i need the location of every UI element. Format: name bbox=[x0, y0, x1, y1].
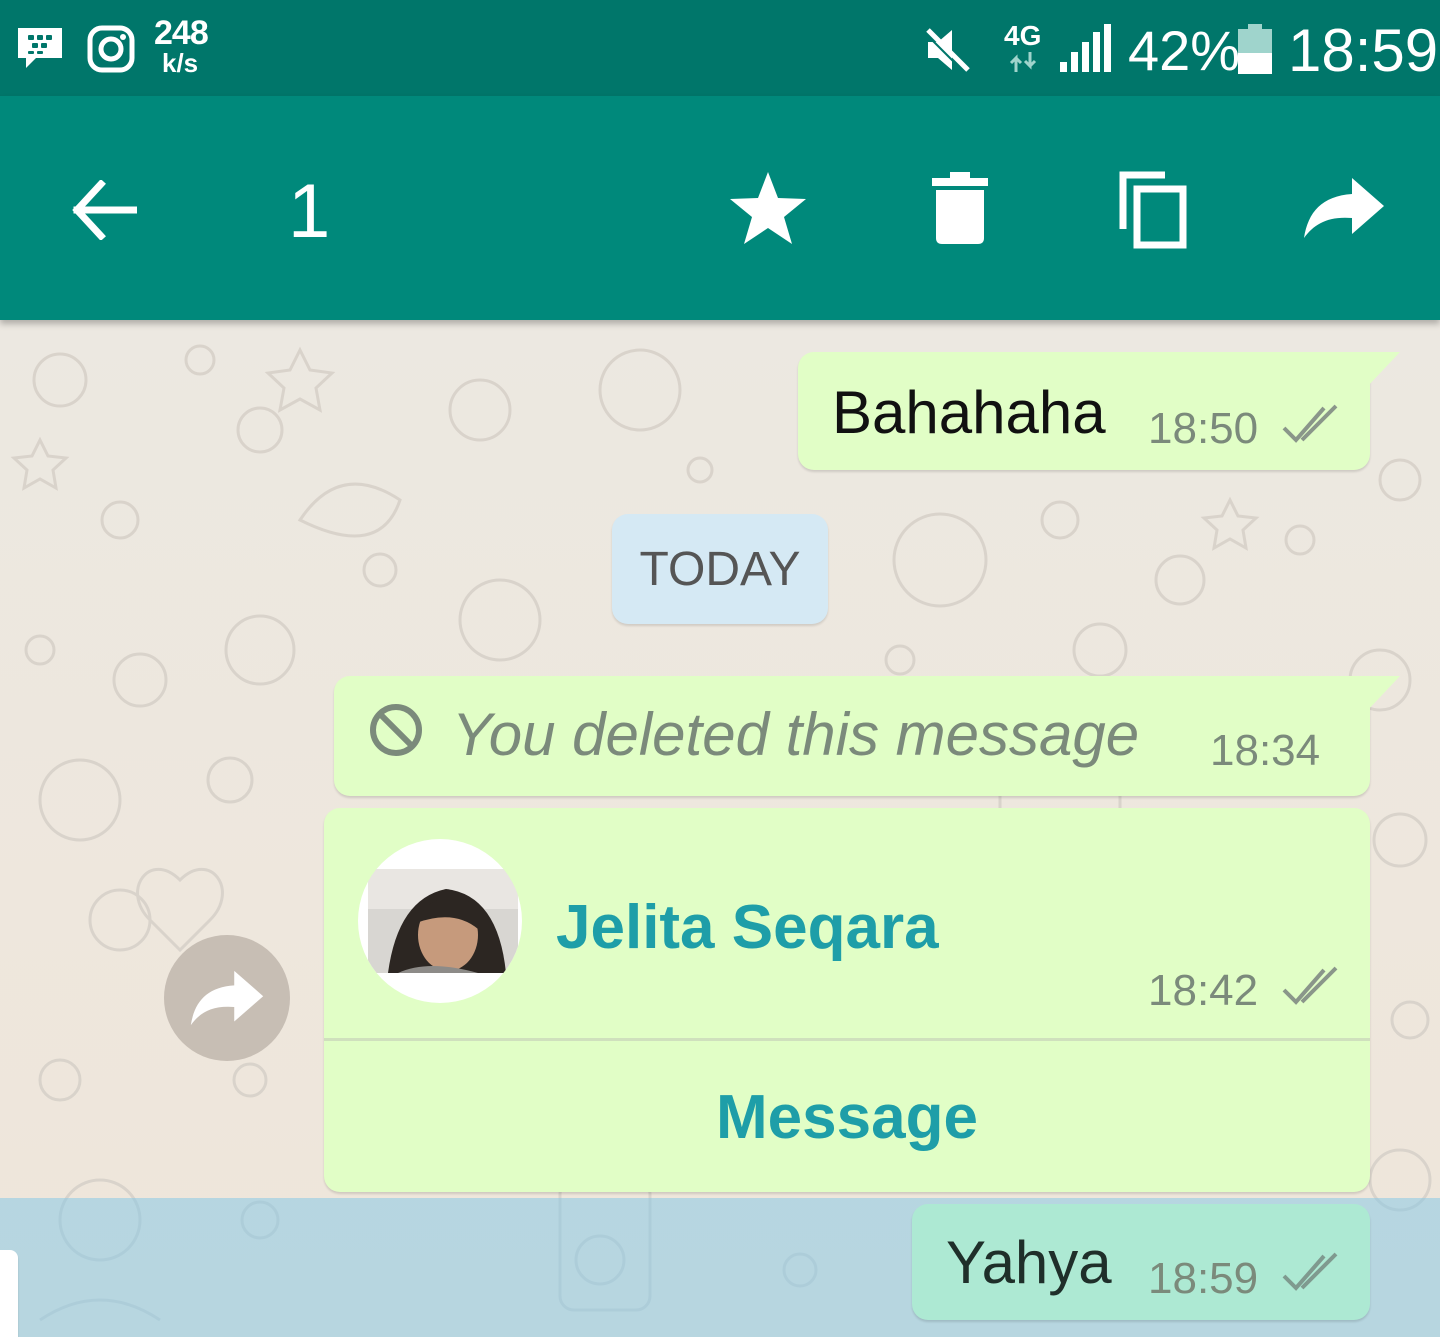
selected-count: 1 bbox=[288, 169, 331, 254]
delete-icon bbox=[932, 172, 988, 244]
message-bubble-bahahaha[interactable]: Bahahaha 18:50 bbox=[798, 352, 1370, 470]
forward-icon bbox=[190, 970, 264, 1026]
copy-button[interactable] bbox=[1110, 164, 1194, 254]
copy-icon bbox=[1119, 171, 1187, 249]
forward-button[interactable] bbox=[1298, 168, 1390, 248]
read-ticks-icon bbox=[1282, 1252, 1338, 1291]
deleted-message-bubble[interactable]: You deleted this message 18:34 bbox=[334, 676, 1370, 796]
read-ticks-icon bbox=[1282, 966, 1338, 1005]
bbm-icon bbox=[16, 26, 64, 75]
back-button[interactable] bbox=[62, 168, 146, 252]
contact-name[interactable]: Jelita Seqara bbox=[556, 892, 939, 963]
message-time: 18:50 bbox=[1148, 404, 1259, 453]
message-contact-button[interactable]: Message bbox=[324, 1042, 1370, 1192]
date-separator: TODAY bbox=[612, 514, 828, 624]
contact-avatar[interactable] bbox=[358, 839, 522, 1003]
bubble-tail bbox=[1366, 352, 1400, 388]
selection-action-bar: 1 bbox=[0, 96, 1440, 320]
blocked-icon bbox=[370, 704, 422, 756]
partial-incoming-bubble[interactable] bbox=[0, 1250, 18, 1337]
message-time: 18:42 bbox=[1148, 966, 1259, 1015]
chat-area[interactable]: Bahahaha 18:50 TODAY You deleted this me… bbox=[0, 320, 1440, 1337]
status-bar: 248 k/s 4G 42% 18:59 bbox=[0, 0, 1440, 96]
forward-shortcut-button[interactable] bbox=[164, 935, 290, 1061]
network-speed-unit: k/s bbox=[162, 48, 199, 78]
contact-card-divider bbox=[324, 1038, 1370, 1041]
status-clock: 18:59 bbox=[1288, 17, 1439, 84]
signal-icon bbox=[1058, 24, 1112, 79]
data-arrows-icon bbox=[1008, 52, 1038, 77]
read-ticks-icon bbox=[1282, 404, 1338, 443]
back-arrow-icon bbox=[72, 180, 137, 240]
message-text: Bahahaha bbox=[832, 379, 1106, 446]
bubble-tail bbox=[1366, 676, 1400, 712]
deleted-message-text: You deleted this message bbox=[452, 701, 1140, 768]
star-button[interactable] bbox=[724, 164, 812, 252]
star-icon bbox=[730, 172, 806, 244]
message-bubble-yahya[interactable]: Yahya 18:59 bbox=[912, 1204, 1370, 1320]
message-text: Yahya bbox=[946, 1229, 1112, 1296]
battery-icon bbox=[1238, 24, 1272, 79]
message-time: 18:34 bbox=[1210, 726, 1321, 775]
delete-button[interactable] bbox=[918, 164, 1002, 252]
instagram-icon bbox=[86, 24, 136, 79]
message-time: 18:59 bbox=[1148, 1254, 1259, 1303]
forward-icon bbox=[1304, 178, 1384, 238]
network-type-label: 4G bbox=[1004, 20, 1042, 51]
mute-icon bbox=[922, 24, 974, 81]
battery-percentage: 42% bbox=[1128, 19, 1241, 82]
